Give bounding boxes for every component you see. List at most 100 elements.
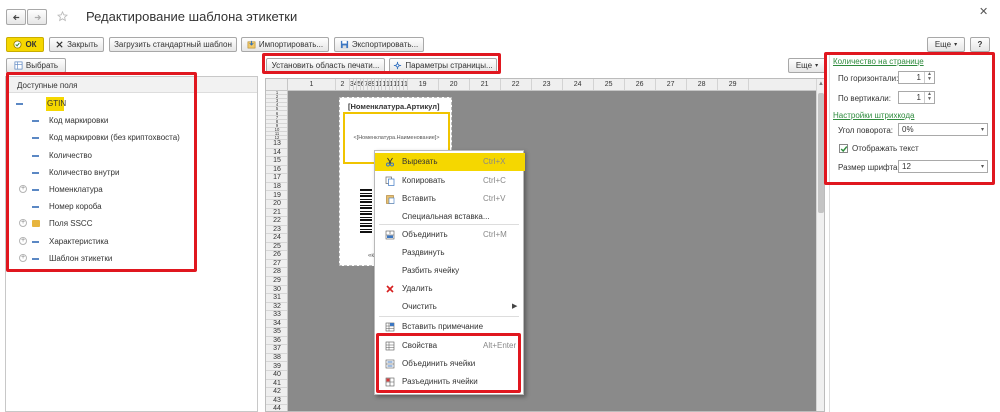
row-header[interactable]: 29 (266, 277, 287, 286)
field-item[interactable]: + Поля SSCC (19, 217, 252, 231)
row-header[interactable]: 44 (266, 405, 287, 411)
column-header[interactable]: 24 (563, 79, 594, 90)
row-header[interactable]: 24 (266, 234, 287, 243)
row-header[interactable]: 17 (266, 174, 287, 183)
close-window-icon[interactable]: ✕ (979, 5, 988, 18)
row-header[interactable]: 18 (266, 183, 287, 192)
column-header[interactable]: 22 (501, 79, 532, 90)
field-item[interactable]: + Характеристика (19, 235, 252, 249)
column-header[interactable]: 29 (718, 79, 749, 90)
row-header[interactable]: 23 (266, 226, 287, 235)
field-item[interactable]: Код маркировки (22, 114, 252, 128)
row-header[interactable]: 15 (266, 157, 287, 166)
context-menu-item[interactable]: Вставить примечание (375, 318, 525, 336)
row-header[interactable]: 41 (266, 380, 287, 389)
column-header[interactable]: 21 (470, 79, 501, 90)
dropdown-arrow-icon[interactable]: ▾ (981, 126, 984, 133)
label-article-cell[interactable]: [Номенклатура.Артикул] (348, 102, 439, 111)
spreadsheet-area[interactable]: 1234567891011121314151617181920212223242… (265, 78, 825, 412)
row-header[interactable]: 28 (266, 268, 287, 277)
back-button[interactable] (6, 9, 26, 25)
row-header[interactable]: 16 (266, 166, 287, 175)
expand-node-icon[interactable]: + (19, 185, 27, 193)
row-header[interactable]: 35 (266, 328, 287, 337)
row-header[interactable]: 13 (266, 140, 287, 149)
set-print-area-button[interactable]: Установить область печати... (266, 58, 385, 73)
context-menu-item[interactable]: Вставить Ctrl+V (375, 190, 525, 208)
context-menu-item[interactable]: Вырезать Ctrl+X (375, 153, 525, 171)
row-header[interactable]: 42 (266, 388, 287, 397)
field-item[interactable]: GTIN (16, 97, 66, 111)
row-header[interactable]: 38 (266, 354, 287, 363)
context-menu-item[interactable]: Очистить ▶ (375, 298, 525, 316)
more-button[interactable]: Еще ▾ (927, 37, 965, 52)
vertical-scrollbar[interactable]: ▲ (816, 79, 824, 411)
row-header[interactable]: 30 (266, 286, 287, 295)
spin-arrows-icon[interactable]: ▲ ▼ (924, 92, 934, 103)
expand-node-icon[interactable]: + (19, 253, 27, 262)
vertical-spinner[interactable]: 1 ▲ ▼ (898, 91, 935, 104)
row-header[interactable]: 39 (266, 363, 287, 372)
field-item[interactable]: Количество внутри (22, 166, 252, 180)
field-item[interactable]: + Шаблон этикетки (19, 252, 252, 266)
row-header[interactable]: 14 (266, 149, 287, 158)
row-header[interactable]: 25 (266, 243, 287, 252)
column-header[interactable]: 20 (439, 79, 470, 90)
column-header[interactable]: 1 (288, 79, 336, 90)
qty-per-page-link[interactable]: Количество на странице (833, 57, 924, 66)
expand-node-icon[interactable]: + (19, 236, 27, 245)
column-header[interactable]: 23 (532, 79, 563, 90)
field-item[interactable]: + Номенклатура (19, 183, 252, 197)
load-standard-template-button[interactable]: Загрузить стандартный шаблон (109, 37, 237, 52)
context-menu-item[interactable]: Разъединить ячейки (375, 373, 525, 391)
column-header[interactable]: 27 (656, 79, 687, 90)
center-more-button[interactable]: Еще ▾ (788, 58, 826, 73)
row-header[interactable]: 22 (266, 217, 287, 226)
ok-button[interactable]: ОК (6, 37, 44, 52)
help-button[interactable]: ? (970, 37, 990, 52)
column-header[interactable]: 28 (687, 79, 718, 90)
column-header[interactable]: 2 (336, 79, 350, 90)
page-params-button[interactable]: Параметры страницы... (389, 58, 497, 73)
barcode-settings-link[interactable]: Настройки штрихкода (833, 111, 914, 120)
spin-arrows-icon[interactable]: ▲ ▼ (924, 72, 934, 83)
forward-button[interactable] (27, 9, 47, 25)
row-header[interactable]: 40 (266, 371, 287, 380)
field-item[interactable]: Количество (22, 149, 252, 163)
column-header[interactable]: 19 (408, 79, 439, 90)
import-button[interactable]: Импортировать... (241, 37, 329, 52)
rotation-select[interactable]: 0% ▾ (898, 123, 988, 136)
row-header[interactable]: 31 (266, 294, 287, 303)
row-header[interactable]: 36 (266, 337, 287, 346)
dropdown-arrow-icon[interactable]: ▾ (981, 163, 984, 170)
field-item[interactable]: Номер короба (22, 200, 252, 214)
expand-node-icon[interactable]: + (19, 219, 27, 228)
field-item[interactable]: Код маркировки (без криптохвоста) (22, 131, 252, 145)
favorite-star-icon[interactable] (57, 11, 68, 22)
context-menu-item[interactable]: Раздвинуть (375, 244, 525, 262)
row-header[interactable]: 26 (266, 251, 287, 260)
show-text-checkbox[interactable] (839, 144, 848, 153)
row-header[interactable]: 27 (266, 260, 287, 269)
context-menu-item[interactable]: Специальная вставка... (375, 208, 525, 226)
context-menu-item[interactable]: Разбить ячейку (375, 262, 525, 280)
column-header[interactable]: 26 (625, 79, 656, 90)
close-button[interactable]: Закрыть (49, 37, 104, 52)
context-menu-item[interactable]: Объединить ячейки (375, 355, 525, 373)
export-button[interactable]: Экспортировать... (334, 37, 424, 52)
row-header[interactable]: 20 (266, 200, 287, 209)
row-header[interactable]: 34 (266, 320, 287, 329)
select-field-button[interactable]: Выбрать (6, 58, 66, 73)
row-header[interactable]: 19 (266, 192, 287, 201)
scroll-thumb[interactable] (818, 93, 824, 213)
row-header[interactable]: 33 (266, 311, 287, 320)
column-header[interactable]: 25 (594, 79, 625, 90)
context-menu-item[interactable]: Свойства Alt+Enter (375, 337, 525, 355)
row-header[interactable]: 32 (266, 303, 287, 312)
context-menu-item[interactable]: Удалить (375, 280, 525, 298)
context-menu-item[interactable]: Копировать Ctrl+C (375, 172, 525, 190)
horizontal-spinner[interactable]: 1 ▲ ▼ (898, 71, 935, 84)
row-header[interactable]: 21 (266, 209, 287, 218)
row-header[interactable]: 43 (266, 397, 287, 406)
context-menu-item[interactable]: Объединить Ctrl+M (375, 226, 525, 244)
